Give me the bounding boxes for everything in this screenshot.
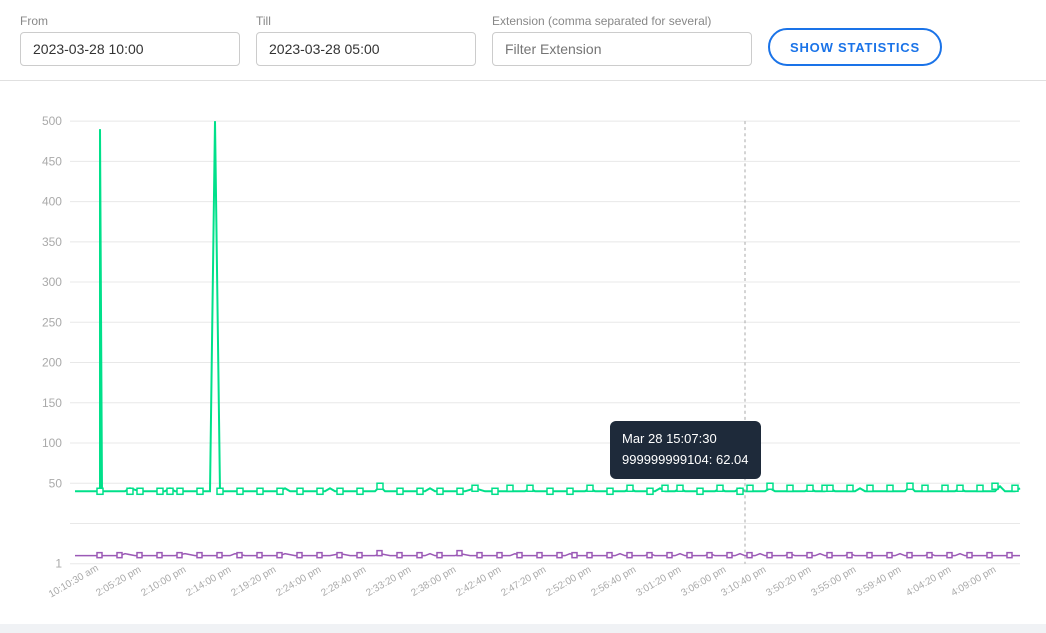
svg-text:300: 300: [42, 275, 62, 289]
extension-label: Extension (comma separated for several): [492, 14, 752, 28]
svg-text:2:38:00 pm: 2:38:00 pm: [409, 564, 458, 599]
extension-input[interactable]: [492, 32, 752, 66]
svg-text:4:09:00 pm: 4:09:00 pm: [949, 564, 998, 599]
extension-field-group: Extension (comma separated for several): [492, 14, 752, 66]
svg-text:100: 100: [42, 436, 62, 450]
svg-text:3:01:20 pm: 3:01:20 pm: [634, 564, 683, 599]
top-bar: From Till Extension (comma separated for…: [0, 0, 1046, 81]
chart-area: 500 450 400 350 300 250 200 150 100 50 1: [10, 101, 1036, 614]
svg-text:2:05:20 pm: 2:05:20 pm: [94, 564, 143, 599]
show-statistics-button[interactable]: SHOW STATISTICS: [768, 28, 942, 66]
svg-text:400: 400: [42, 195, 62, 209]
till-label: Till: [256, 14, 476, 28]
svg-text:2:19:20 pm: 2:19:20 pm: [229, 564, 278, 599]
svg-text:200: 200: [42, 356, 62, 370]
main-chart: 500 450 400 350 300 250 200 150 100 50 1: [10, 101, 1036, 614]
svg-text:2:14:00 pm: 2:14:00 pm: [184, 564, 233, 599]
svg-text:3:50:20 pm: 3:50:20 pm: [764, 564, 813, 599]
svg-text:4:04:20 pm: 4:04:20 pm: [904, 564, 953, 599]
till-input[interactable]: [256, 32, 476, 66]
svg-text:1: 1: [55, 557, 62, 571]
svg-text:2:47:20 pm: 2:47:20 pm: [499, 564, 548, 599]
from-field-group: From: [20, 14, 240, 66]
svg-text:3:10:40 pm: 3:10:40 pm: [719, 564, 768, 599]
svg-text:2:33:20 pm: 2:33:20 pm: [364, 564, 413, 599]
from-label: From: [20, 14, 240, 28]
svg-text:2:56:40 pm: 2:56:40 pm: [589, 564, 638, 599]
svg-text:250: 250: [42, 315, 62, 329]
till-field-group: Till: [256, 14, 476, 66]
svg-text:3:55:00 pm: 3:55:00 pm: [809, 564, 858, 599]
svg-text:500: 500: [42, 114, 62, 128]
svg-text:350: 350: [42, 235, 62, 249]
from-input[interactable]: [20, 32, 240, 66]
svg-text:50: 50: [49, 476, 63, 490]
svg-text:2:10:00 pm: 2:10:00 pm: [139, 564, 188, 599]
svg-text:2:24:00 pm: 2:24:00 pm: [274, 564, 323, 599]
svg-text:450: 450: [42, 154, 62, 168]
svg-text:2:52:00 pm: 2:52:00 pm: [544, 564, 593, 599]
chart-container: 500 450 400 350 300 250 200 150 100 50 1: [0, 81, 1046, 624]
svg-text:2:28:40 pm: 2:28:40 pm: [319, 564, 368, 599]
svg-text:3:59:40 pm: 3:59:40 pm: [854, 564, 903, 599]
svg-text:2:42:40 pm: 2:42:40 pm: [454, 564, 503, 599]
svg-text:150: 150: [42, 396, 62, 410]
